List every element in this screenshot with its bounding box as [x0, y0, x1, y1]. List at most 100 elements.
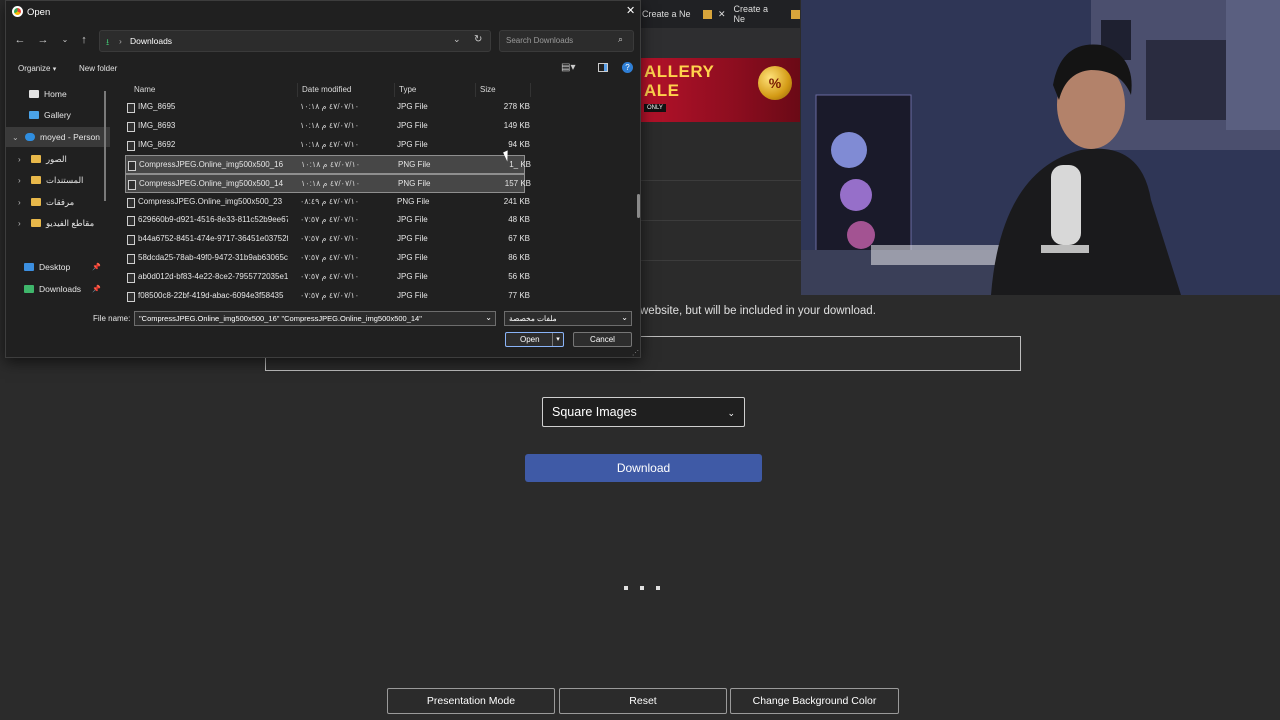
file-name: CompressJPEG.Online_img500x500_14: [139, 178, 284, 188]
file-type: JPG File: [397, 139, 428, 149]
file-date: ٤٧/٠٧/١٠ م ٠٧:٥٧: [300, 272, 360, 282]
file-type-select[interactable]: ملفات مخصصة ⌄: [504, 311, 632, 326]
nav-item-onedrive[interactable]: ⌄ moyed - Person: [6, 127, 110, 147]
file-name: CompressJPEG.Online_img500x500_16: [139, 159, 284, 169]
file-row[interactable]: CompressJPEG.Online_img500x500_16 ٤٧/٠٧/١…: [125, 154, 531, 174]
chevron-down-icon: ▾: [52, 66, 57, 73]
nav-scrollbar[interactable]: [104, 91, 106, 201]
view-options-icon[interactable]: ▤▾: [561, 62, 575, 73]
browser-tab-2[interactable]: ✕ Create a Ne: [718, 4, 800, 24]
file-name: IMG_8695: [138, 102, 176, 111]
file-name-value: "CompressJPEG.Online_img500x500_16" "Com…: [139, 314, 422, 323]
file-date: ٤٧/٠٧/١٠ م ٠٧:٥٧: [300, 253, 360, 263]
nav-item-desktop[interactable]: Desktop 📌: [24, 257, 124, 277]
breadcrumb[interactable]: Downloads: [130, 36, 172, 46]
search-icon: ⌕: [618, 34, 624, 44]
search-input[interactable]: Search Downloads ⌕: [499, 30, 634, 52]
folder-icon: [31, 176, 41, 184]
refresh-icon[interactable]: ↻: [474, 34, 482, 45]
up-arrow-icon[interactable]: ↑: [76, 32, 92, 48]
cancel-button[interactable]: Cancel: [573, 332, 632, 347]
pin-icon: 📌: [92, 286, 101, 293]
file-type-value: ملفات مخصصة: [509, 314, 557, 323]
file-name: b44a6752-8451-474e-9717-36451e03752f: [138, 234, 288, 244]
recent-locations-chevron-icon[interactable]: ⌄: [57, 32, 73, 48]
file-date: ٤٧/٠٧/١٠ م ١٠:١٨: [300, 120, 360, 130]
file-icon: [127, 121, 135, 132]
file-row[interactable]: IMG_8693 ٤٧/٠٧/١٠ م ١٠:١٨ JPG File 149 KB: [125, 117, 530, 136]
nav-item-home[interactable]: Home: [16, 84, 116, 104]
download-icon: [24, 285, 34, 293]
download-button[interactable]: Download: [525, 454, 762, 482]
resize-grip-icon[interactable]: ⋰: [632, 349, 639, 357]
file-row[interactable]: IMG_8695 ٤٧/٠٧/١٠ م ١٠:١٨ JPG File 278 KB: [125, 98, 530, 117]
file-row[interactable]: 629660b9-d921-4516-8e33-811c52b9ee67 ٤٧/٠…: [125, 211, 530, 230]
preview-pane-icon[interactable]: [598, 63, 608, 72]
file-size: 94 KB: [508, 139, 530, 149]
nav-item-videos[interactable]: › مقاطع الفيديو: [18, 213, 118, 233]
webcam-overlay: [801, 0, 1280, 295]
close-icon[interactable]: ✕: [718, 9, 726, 20]
chevron-down-icon[interactable]: ⌄: [485, 313, 492, 322]
folder-icon: [31, 198, 41, 206]
column-header: Name Date modified Type Size: [118, 83, 538, 97]
file-icon: [128, 179, 136, 190]
file-row[interactable]: f08500c8-22bf-419d-abac-6094e3f58435 ٤٧/٠…: [125, 287, 530, 306]
open-split-chevron-icon[interactable]: ▾: [552, 333, 563, 346]
banner-line-1: ALLERY: [644, 62, 715, 81]
presentation-mode-button[interactable]: Presentation Mode: [387, 688, 555, 714]
file-type: JPG File: [397, 120, 428, 130]
organize-menu[interactable]: Organize ▾: [18, 64, 56, 73]
image-shape-select[interactable]: Square Images ⌄: [542, 397, 745, 427]
file-icon: [127, 103, 135, 113]
file-type: JPG File: [397, 215, 428, 225]
file-row[interactable]: IMG_8692 ٤٧/٠٧/١٠ م ١٠:١٨ JPG File 94 KB: [125, 136, 530, 155]
file-row[interactable]: CompressJPEG.Online_img500x500_14 ٤٧/٠٧/١…: [125, 173, 531, 193]
new-folder-button[interactable]: New folder: [79, 64, 117, 73]
download-icon: ⭳: [106, 37, 110, 47]
file-date: ٤٧/٠٧/١٠ م ٠٨:٤٩: [300, 196, 360, 206]
select-value: Square Images: [552, 405, 637, 419]
file-row[interactable]: 58dcda25-78ab-49f0-9472-31b9ab63065c ٤٧/٠…: [125, 249, 530, 268]
open-button[interactable]: Open ▾: [505, 332, 564, 347]
column-date-modified[interactable]: Date modified: [298, 83, 395, 97]
browser-toolbar: [640, 28, 800, 58]
ad-banner[interactable]: ALLERY ALE ONLY %: [640, 58, 800, 122]
forward-arrow-icon[interactable]: →: [35, 32, 51, 48]
file-row[interactable]: CompressJPEG.Online_img500x500_23 ٤٧/٠٧/١…: [125, 193, 530, 212]
nav-item-documents[interactable]: › المستندات: [18, 170, 118, 190]
reset-button[interactable]: Reset: [559, 688, 727, 714]
file-row[interactable]: ab0d012d-bf83-4e22-8ce2-7955772035e1 ٤٧/٠…: [125, 268, 530, 287]
close-icon[interactable]: ✕: [626, 4, 635, 17]
dialog-navbar: ← → ⌄ ↑ ⭳ › Downloads ⌄ ↻ Search Downloa…: [6, 27, 640, 53]
file-name: 629660b9-d921-4516-8e33-811c52b9ee67: [138, 215, 288, 225]
file-icon: [127, 273, 135, 284]
chevron-down-icon[interactable]: ⌄: [453, 34, 461, 45]
file-name-input[interactable]: "CompressJPEG.Online_img500x500_16" "Com…: [134, 311, 496, 326]
file-date: ٤٧/٠٧/١٠ م ١٠:١٨: [301, 159, 361, 169]
file-date: ٤٧/٠٧/١٠ م ٠٧:٥٧: [300, 215, 360, 225]
nav-item-downloads[interactable]: Downloads 📌: [24, 279, 124, 299]
back-arrow-icon[interactable]: ←: [12, 32, 28, 48]
nav-item-attachments[interactable]: › مرفقات: [18, 192, 118, 212]
column-name[interactable]: Name: [130, 83, 298, 97]
nav-item-gallery[interactable]: Gallery: [16, 105, 116, 125]
file-size: 241 KB: [503, 196, 530, 206]
webcam-scene: [801, 0, 1280, 295]
file-list-scrollbar[interactable]: [637, 194, 640, 218]
file-date: ٤٧/٠٧/١٠ م ١٠:١٨: [301, 178, 361, 188]
column-size[interactable]: Size: [476, 83, 531, 97]
file-type: JPG File: [397, 253, 428, 263]
navigation-pane: Home Gallery ⌄ moyed - Person › الصور › الم…: [6, 83, 111, 305]
browser-tab[interactable]: Create a Ne: [642, 6, 712, 22]
address-bar[interactable]: ⭳ › Downloads ⌄ ↻: [99, 30, 491, 52]
column-type[interactable]: Type: [395, 83, 476, 97]
tab-label: Create a Ne: [733, 4, 769, 24]
nav-item-pictures[interactable]: › الصور: [18, 149, 118, 169]
file-row[interactable]: b44a6752-8451-474e-9717-36451e03752f ٤٧/٠…: [125, 230, 530, 249]
help-icon[interactable]: ?: [622, 62, 633, 73]
browser-tabstrip: Create a Ne ✕ Create a Ne: [640, 0, 800, 28]
file-type: JPG File: [397, 291, 428, 300]
change-background-color-button[interactable]: Change Background Color: [730, 688, 899, 714]
file-date: ٤٧/٠٧/١٠ م ١٠:١٨: [300, 139, 360, 149]
